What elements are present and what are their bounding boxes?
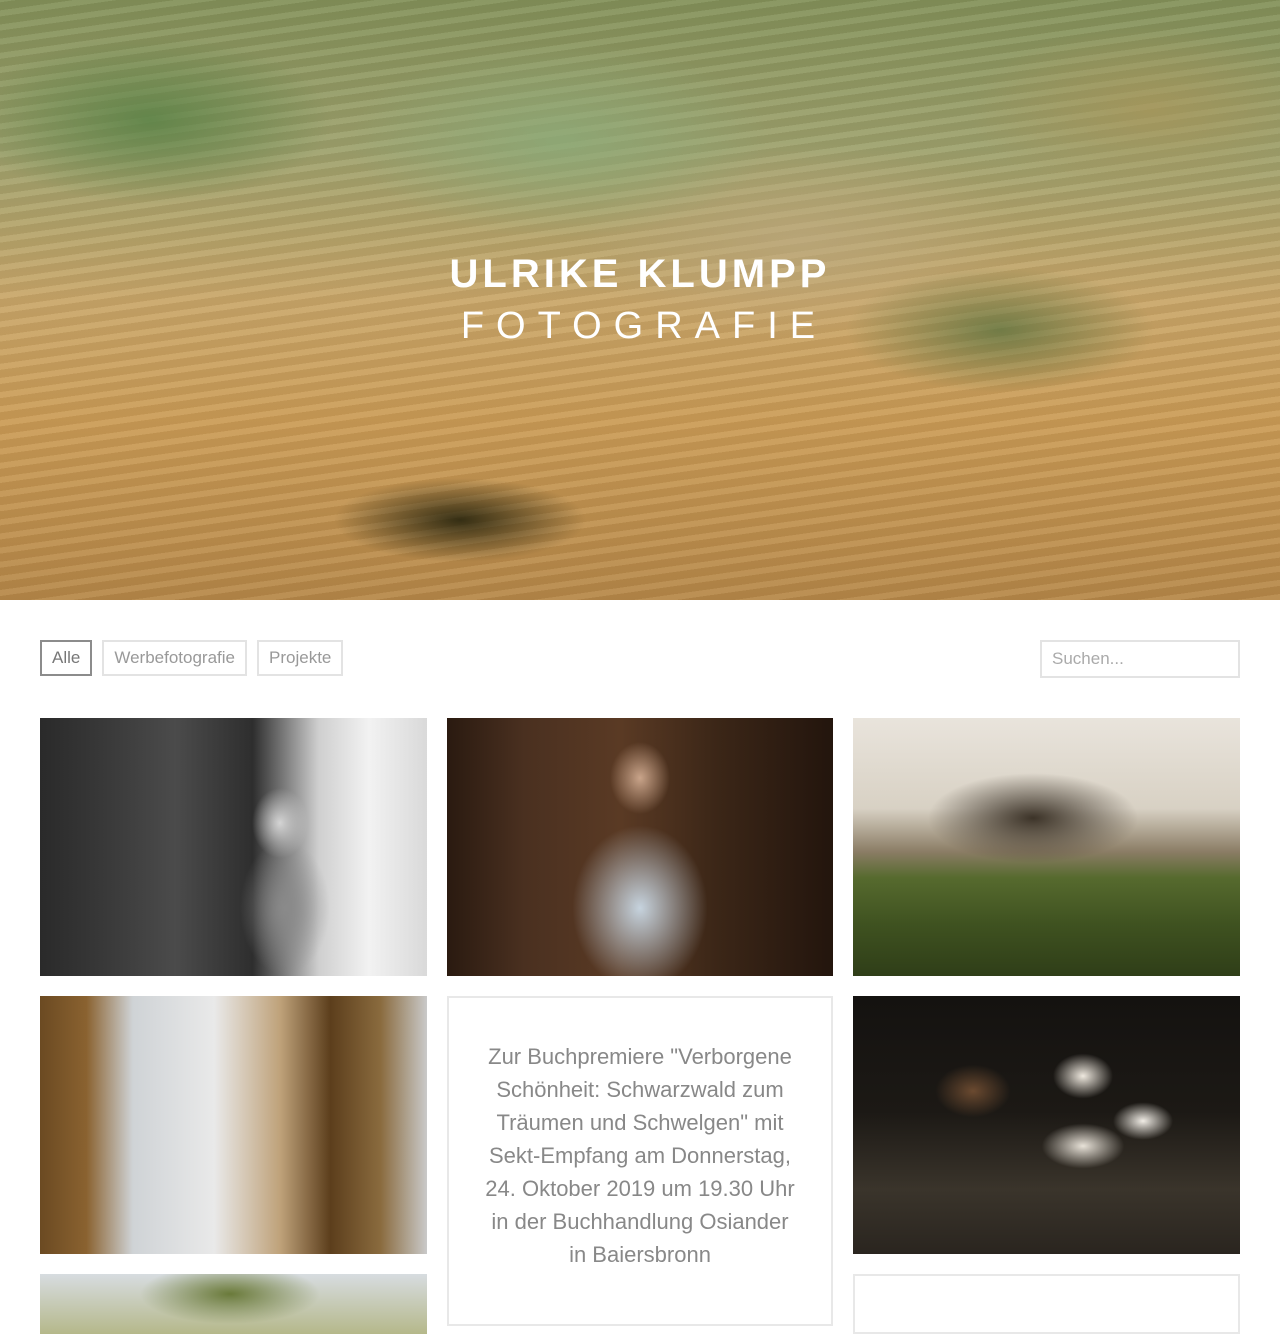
- gallery-item-tree[interactable]: [40, 1274, 427, 1334]
- gallery-item-text-post[interactable]: Zur Buchpremiere "Verborgene Schönheit: …: [447, 996, 833, 1326]
- gallery-item-man-portrait[interactable]: [447, 718, 833, 976]
- gallery-item-restaurant-interior[interactable]: [40, 996, 427, 1254]
- site-logo[interactable]: ULRIKE KLUMPP FOTOGRAFIE: [0, 250, 1280, 350]
- gallery-item-coconuts[interactable]: [853, 996, 1240, 1254]
- site-subtitle: FOTOGRAFIE: [460, 305, 828, 347]
- filter-projekte-button[interactable]: Projekte: [257, 640, 344, 676]
- filter-werbefotografie-button[interactable]: Werbefotografie: [102, 640, 248, 676]
- gallery-item-woman-portrait[interactable]: [40, 718, 427, 976]
- category-filter-bar: Alle Werbefotografie Projekte: [40, 640, 344, 676]
- gallery-item-text-post-2[interactable]: [853, 1274, 1240, 1334]
- filter-all-button[interactable]: Alle: [40, 640, 93, 676]
- search-input[interactable]: [1040, 640, 1240, 678]
- text-post-content: Zur Buchpremiere "Verborgene Schönheit: …: [485, 1044, 795, 1267]
- gallery-item-farmhouse[interactable]: [853, 718, 1240, 976]
- site-title: ULRIKE KLUMPP: [449, 252, 831, 296]
